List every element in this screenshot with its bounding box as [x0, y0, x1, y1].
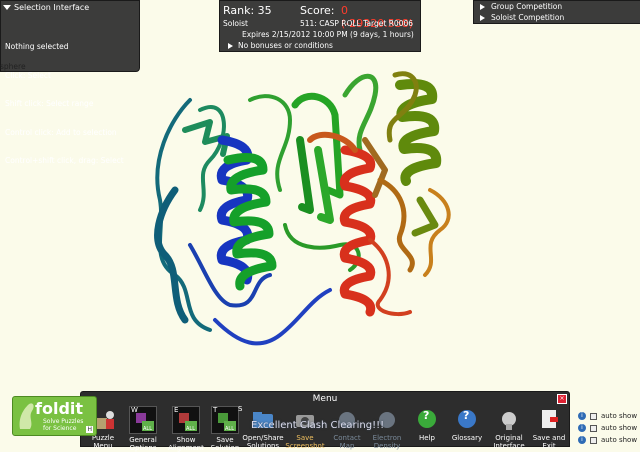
general-options-button[interactable]: W ALL General Options [121, 406, 165, 452]
menu-item-label: Help [419, 434, 435, 442]
auto-show-label: auto show [601, 412, 638, 420]
selection-header-label: Selection Interface [14, 3, 90, 12]
selection-help-line: Shift click: Select range [5, 99, 94, 108]
all-badge-text: ALL [143, 426, 152, 432]
all-badge-text: ALL [186, 426, 195, 432]
soloist-competition-toggle[interactable]: Soloist Competition [480, 13, 564, 22]
show-alignment-button[interactable]: E ALL Show Alignment [164, 406, 208, 452]
menu-item-label: Save Screenshot [285, 434, 325, 450]
original-interface-button[interactable]: Original Interface [487, 406, 531, 450]
selection-help-lines: Nothing selected Click: Select Shift cli… [5, 23, 124, 185]
soloist-competition-label: Soloist Competition [491, 13, 565, 22]
group-competition-toggle[interactable]: Group Competition [480, 2, 562, 11]
play-mode: Soloist [223, 19, 248, 28]
glossary-icon: ? [458, 410, 476, 428]
expiry-text: Expires 2/15/2012 10:00 PM (9 days, 1 ho… [242, 30, 414, 39]
auto-show-toggle[interactable]: i auto show [578, 412, 637, 420]
logo-hotkey: H [86, 426, 93, 433]
rank-label: Rank: 35 [223, 4, 272, 17]
all-badge-text: ALL [225, 426, 234, 432]
selection-help-line: Click: Select [5, 70, 51, 80]
collapse-arrow-icon[interactable] [3, 5, 11, 10]
group-competition-label: Group Competition [491, 2, 563, 11]
selection-help-line: Nothing selected [5, 42, 69, 51]
expand-arrow-icon [480, 3, 485, 10]
menu-item-label: Electron Density [372, 434, 402, 450]
logo-tagline: Solve Puzzles for Science [43, 418, 84, 432]
clash-message: Excellent Clash Clearing!!! [251, 420, 385, 431]
selection-help-line: Control click: Add to selection [5, 127, 117, 137]
save-solution-icon: T ALL [211, 406, 239, 434]
bottom-menu: Menu × Puzzle Menu W ALL General Options… [80, 391, 571, 452]
menu-item-label: Puzzle Menu [91, 434, 115, 450]
checkbox[interactable] [590, 424, 597, 432]
menu-item-label: Glossary [451, 434, 483, 442]
menu-item-label: Contact Map [333, 434, 361, 450]
competition-panel: Group Competition Soloist Competition [473, 0, 640, 24]
info-icon: i [578, 424, 586, 432]
general-options-icon: W ALL [129, 406, 157, 434]
glossary-button[interactable]: ? Glossary [445, 406, 489, 442]
expand-arrow-icon [228, 42, 233, 49]
show-alignment-icon: E ALL [172, 406, 200, 434]
selection-help-line: Control+shift click, drag: Select [5, 156, 124, 165]
menu-item-label: Original Interface [493, 434, 525, 450]
menu-title: Menu [312, 394, 338, 404]
checkbox[interactable] [590, 436, 597, 444]
foldit-logo[interactable]: foldit Solve Puzzles for Science H [12, 396, 97, 436]
auto-show-label: auto show [601, 424, 638, 432]
info-icon: i [578, 436, 586, 444]
logo-brand: foldit [35, 399, 84, 418]
selection-help-line-sphere: sphere [0, 62, 26, 71]
score-panel: Rank: 35 Score: 0 (-29320.538) Soloist 5… [219, 0, 421, 52]
menu-item-label: Show Alignment [168, 436, 204, 452]
exit-icon [536, 406, 562, 432]
expand-arrow-icon [480, 14, 485, 21]
selection-header[interactable]: Selection Interface [3, 3, 89, 12]
help-button[interactable]: ? Help [405, 406, 449, 442]
protein-backbone [154, 71, 451, 346]
checkbox[interactable] [590, 412, 597, 420]
original-interface-icon [496, 406, 522, 432]
auto-show-label: auto show [601, 436, 638, 444]
menu-item-label: Save and Exit [532, 434, 566, 450]
hotkey-t: T [213, 406, 218, 414]
hotkey-w: W [131, 406, 138, 414]
puzzle-title: 511: CASP ROLL Target R0006 [300, 19, 414, 28]
hotkey-s: S [238, 405, 243, 413]
auto-show-toggle[interactable]: i auto show [578, 436, 637, 444]
help-icon: ? [418, 410, 436, 428]
menu-item-label: General Options [129, 436, 157, 452]
hotkey-e: E [174, 406, 179, 414]
info-icon: i [578, 412, 586, 420]
score-label: Score: [300, 4, 335, 17]
menu-item-label: Open/Share Solutions [242, 434, 284, 450]
bonus-toggle[interactable]: No bonuses or conditions [228, 41, 333, 50]
save-and-exit-button[interactable]: Save and Exit [527, 406, 571, 450]
auto-show-toggle[interactable]: i auto show [578, 424, 637, 432]
menu-close-button[interactable]: × [557, 394, 567, 404]
bonus-label: No bonuses or conditions [238, 41, 333, 50]
